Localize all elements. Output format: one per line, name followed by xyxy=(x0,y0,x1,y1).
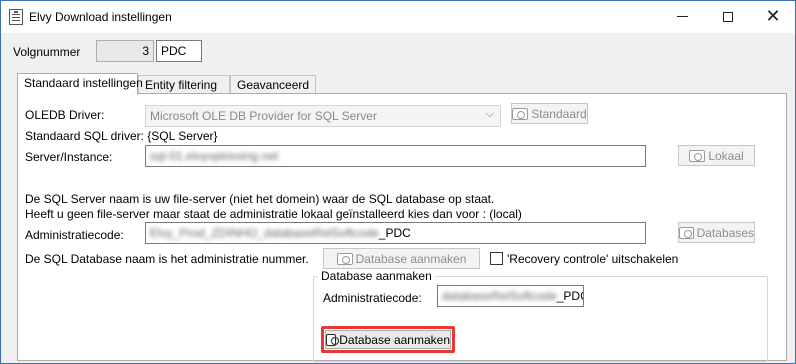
maximize-icon xyxy=(723,11,733,22)
admincode-label: Administratiecode: xyxy=(25,228,124,242)
db-create-button-label: Database aanmaken xyxy=(355,251,467,266)
group-admincode-label: Administratiecode: xyxy=(323,291,422,305)
databases-button-label: Databases xyxy=(696,225,754,240)
database-add-icon xyxy=(336,252,353,265)
recovery-checkbox[interactable] xyxy=(490,252,503,265)
admincode-blurred: Elvy_Prod_ZDINHO_databaseRelSoftcode xyxy=(150,226,379,240)
database-aanmaken-disabled-button[interactable]: Database aanmaken xyxy=(323,248,480,269)
create-button-label: Database aanmaken xyxy=(339,332,450,347)
tab-geavanceerd[interactable]: Geavanceerd xyxy=(230,75,316,94)
tab-entity-filtering[interactable]: Entity filtering xyxy=(138,75,230,94)
oledb-driver-value: Microsoft OLE DB Provider for SQL Server xyxy=(150,109,377,123)
minimize-icon xyxy=(676,16,688,17)
info-line-1: De SQL Server naam is uw file-server (ni… xyxy=(25,192,495,206)
code-field[interactable]: PDC xyxy=(156,40,202,62)
standaard-button-label: Standaard xyxy=(531,106,587,121)
recovery-label: 'Recovery controle' uitschakelen xyxy=(507,252,679,266)
db-name-text: De SQL Database naam is het administrati… xyxy=(25,252,309,266)
chevron-down-icon: ⌵ xyxy=(485,108,494,120)
lokaal-button-label: Lokaal xyxy=(708,148,744,163)
title-bar[interactable]: Elvy Download instellingen ✕ xyxy=(1,1,795,33)
group-admincode-blurred: databaseRelSoftcode xyxy=(442,289,557,303)
group-admincode-input[interactable]: databaseRelSoftcode_PDC xyxy=(437,285,584,307)
oledb-driver-select[interactable]: Microsoft OLE DB Provider for SQL Server… xyxy=(145,105,501,127)
server-instance-input[interactable]: sql-01.elvyoplossing.net xyxy=(145,145,646,167)
info-line-2: Heeft u geen file-server maar staat de a… xyxy=(25,207,522,221)
close-button[interactable]: ✕ xyxy=(750,1,796,32)
standaard-button[interactable]: Standaard xyxy=(511,103,588,124)
close-icon: ✕ xyxy=(765,5,781,27)
oledb-label: OLEDB Driver: xyxy=(25,108,105,122)
databases-button[interactable]: Databases xyxy=(678,222,755,243)
database-icon xyxy=(679,226,694,239)
database-aanmaken-button[interactable]: Database aanmaken xyxy=(325,330,451,349)
tab-standaard-instellingen[interactable]: Standaard instellingen xyxy=(17,73,143,95)
admincode-suffix: _PDC xyxy=(378,226,411,240)
window-title: Elvy Download instellingen xyxy=(29,10,172,24)
group-title: Database aanmaken xyxy=(318,269,435,283)
tab-panel: OLEDB Driver: Microsoft OLE DB Provider … xyxy=(17,93,787,362)
database-icon xyxy=(689,149,706,162)
database-add-icon xyxy=(326,333,340,346)
settings-window: Elvy Download instellingen ✕ Volgnummer … xyxy=(0,0,796,364)
app-icon xyxy=(9,9,23,25)
lokaal-button[interactable]: Lokaal xyxy=(678,145,755,166)
volgnummer-label: Volgnummer xyxy=(13,45,81,59)
database-icon xyxy=(512,107,529,120)
admincode-input[interactable]: Elvy_Prod_ZDINHO_databaseRelSoftcode_PDC xyxy=(145,222,646,244)
group-admincode-suffix: _PDC xyxy=(556,289,583,303)
minimize-button[interactable] xyxy=(659,1,705,32)
sql-driver-text: Standaard SQL driver: {SQL Server} xyxy=(25,129,218,143)
volgnummer-field: 3 xyxy=(96,40,154,62)
server-label: Server/Instance: xyxy=(25,150,113,164)
maximize-button[interactable] xyxy=(705,1,751,32)
server-value: sql-01.elvyoplossing.net xyxy=(150,149,279,163)
